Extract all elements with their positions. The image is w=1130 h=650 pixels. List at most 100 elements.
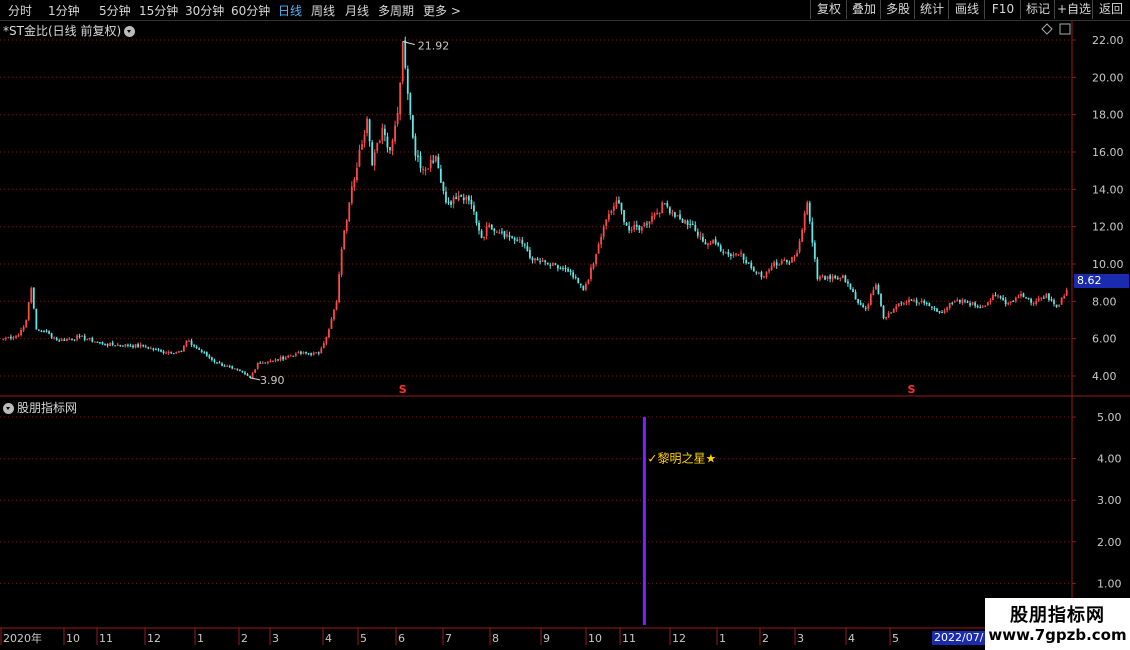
candle-body xyxy=(15,335,17,338)
date-axis-label: 5 xyxy=(360,632,367,645)
candle-body xyxy=(228,366,231,368)
candle-body xyxy=(292,355,295,357)
candle-body xyxy=(241,370,244,373)
candle-body xyxy=(371,142,374,166)
candle-body xyxy=(93,341,96,343)
candle-body xyxy=(740,252,742,254)
candle-body xyxy=(994,295,997,297)
indicator-title[interactable]: 股朋指标网 xyxy=(3,399,77,416)
candle-body xyxy=(915,300,918,304)
candle-body xyxy=(91,337,94,342)
candle-body xyxy=(142,344,145,347)
candle-body xyxy=(1032,303,1035,305)
candle-body xyxy=(475,212,478,223)
candle-body xyxy=(114,345,117,347)
candle-body xyxy=(953,301,956,303)
candle-body xyxy=(859,302,862,305)
candle-body xyxy=(60,339,63,341)
candle-body xyxy=(406,68,409,94)
candle-body xyxy=(65,338,68,342)
candle-body xyxy=(175,352,178,354)
candle-body xyxy=(773,262,776,267)
candle-body xyxy=(345,220,348,231)
candle-body xyxy=(503,231,506,238)
candle-body xyxy=(569,270,572,273)
date-axis-label: 10 xyxy=(588,632,602,645)
price-axis-label: 6.00 xyxy=(1092,333,1117,346)
candle-body xyxy=(180,351,183,353)
candle-body xyxy=(518,239,521,241)
candle-body xyxy=(887,313,890,318)
candle-body xyxy=(610,210,613,213)
price-axis-label: 20.00 xyxy=(1092,71,1124,84)
candle-body xyxy=(462,197,465,201)
candle-body xyxy=(529,249,531,258)
candle-body xyxy=(1017,296,1020,298)
candle-body xyxy=(640,226,643,231)
candle-body xyxy=(139,344,142,347)
candle-body xyxy=(40,330,43,332)
candle-body xyxy=(841,275,844,278)
candle-body xyxy=(203,352,206,354)
candle-body xyxy=(1012,300,1015,302)
candle-body xyxy=(531,257,534,261)
candle-body xyxy=(579,283,582,286)
candle-body xyxy=(101,341,104,345)
candle-body xyxy=(930,306,933,308)
candle-body xyxy=(964,300,966,302)
candle-body xyxy=(340,249,343,275)
candle-body xyxy=(936,308,938,312)
candle-body xyxy=(279,357,282,361)
candle-body xyxy=(607,213,610,220)
kline-chart[interactable]: 22.0020.0018.0016.0014.0012.0010.008.006… xyxy=(0,0,1130,650)
candle-body xyxy=(167,351,170,354)
candle-body xyxy=(630,229,633,231)
candle-body xyxy=(704,242,707,245)
candle-body xyxy=(506,234,508,237)
candle-body xyxy=(615,200,618,208)
chevron-down-icon[interactable] xyxy=(3,403,14,414)
candle-body xyxy=(455,197,458,200)
candle-body xyxy=(648,221,651,225)
candle-body xyxy=(310,353,313,355)
candle-body xyxy=(534,258,536,261)
candle-body xyxy=(485,226,488,237)
candle-body xyxy=(852,289,854,293)
candle-body xyxy=(686,220,689,225)
candle-body xyxy=(386,136,389,148)
candle-body xyxy=(752,267,755,272)
candle-body xyxy=(378,140,381,143)
candle-body xyxy=(816,259,819,279)
candle-body xyxy=(147,347,150,349)
candle-body xyxy=(1014,297,1017,301)
candle-body xyxy=(200,350,203,352)
chart-title[interactable]: *ST金比(日线 前复权) xyxy=(3,22,136,39)
candle-body xyxy=(99,342,101,344)
candle-body xyxy=(643,222,646,226)
candle-body xyxy=(796,252,798,257)
candle-body xyxy=(943,310,946,313)
candle-body xyxy=(719,245,722,251)
candle-body xyxy=(363,134,366,143)
candle-body xyxy=(1035,300,1038,304)
indicator-axis-label: 3.00 xyxy=(1097,494,1122,507)
candle-body xyxy=(404,40,407,68)
candle-body xyxy=(445,191,447,203)
candle-body xyxy=(590,267,592,280)
date-axis-label: 4 xyxy=(325,632,332,645)
candle-body xyxy=(73,339,76,341)
candle-body xyxy=(674,212,676,217)
candle-body xyxy=(892,308,895,313)
candle-body xyxy=(986,302,989,306)
price-axis-label: 10.00 xyxy=(1092,258,1124,271)
candle-body xyxy=(266,362,269,364)
candle-body xyxy=(689,223,692,225)
candle-body xyxy=(35,308,38,330)
candle-body xyxy=(831,276,834,280)
candle-body xyxy=(198,348,201,350)
candle-body xyxy=(411,115,414,138)
chevron-down-icon[interactable] xyxy=(124,26,136,37)
price-axis-label: 4.00 xyxy=(1092,370,1117,383)
date-axis-label: 1 xyxy=(719,632,726,645)
candlestick-series xyxy=(2,36,1068,379)
